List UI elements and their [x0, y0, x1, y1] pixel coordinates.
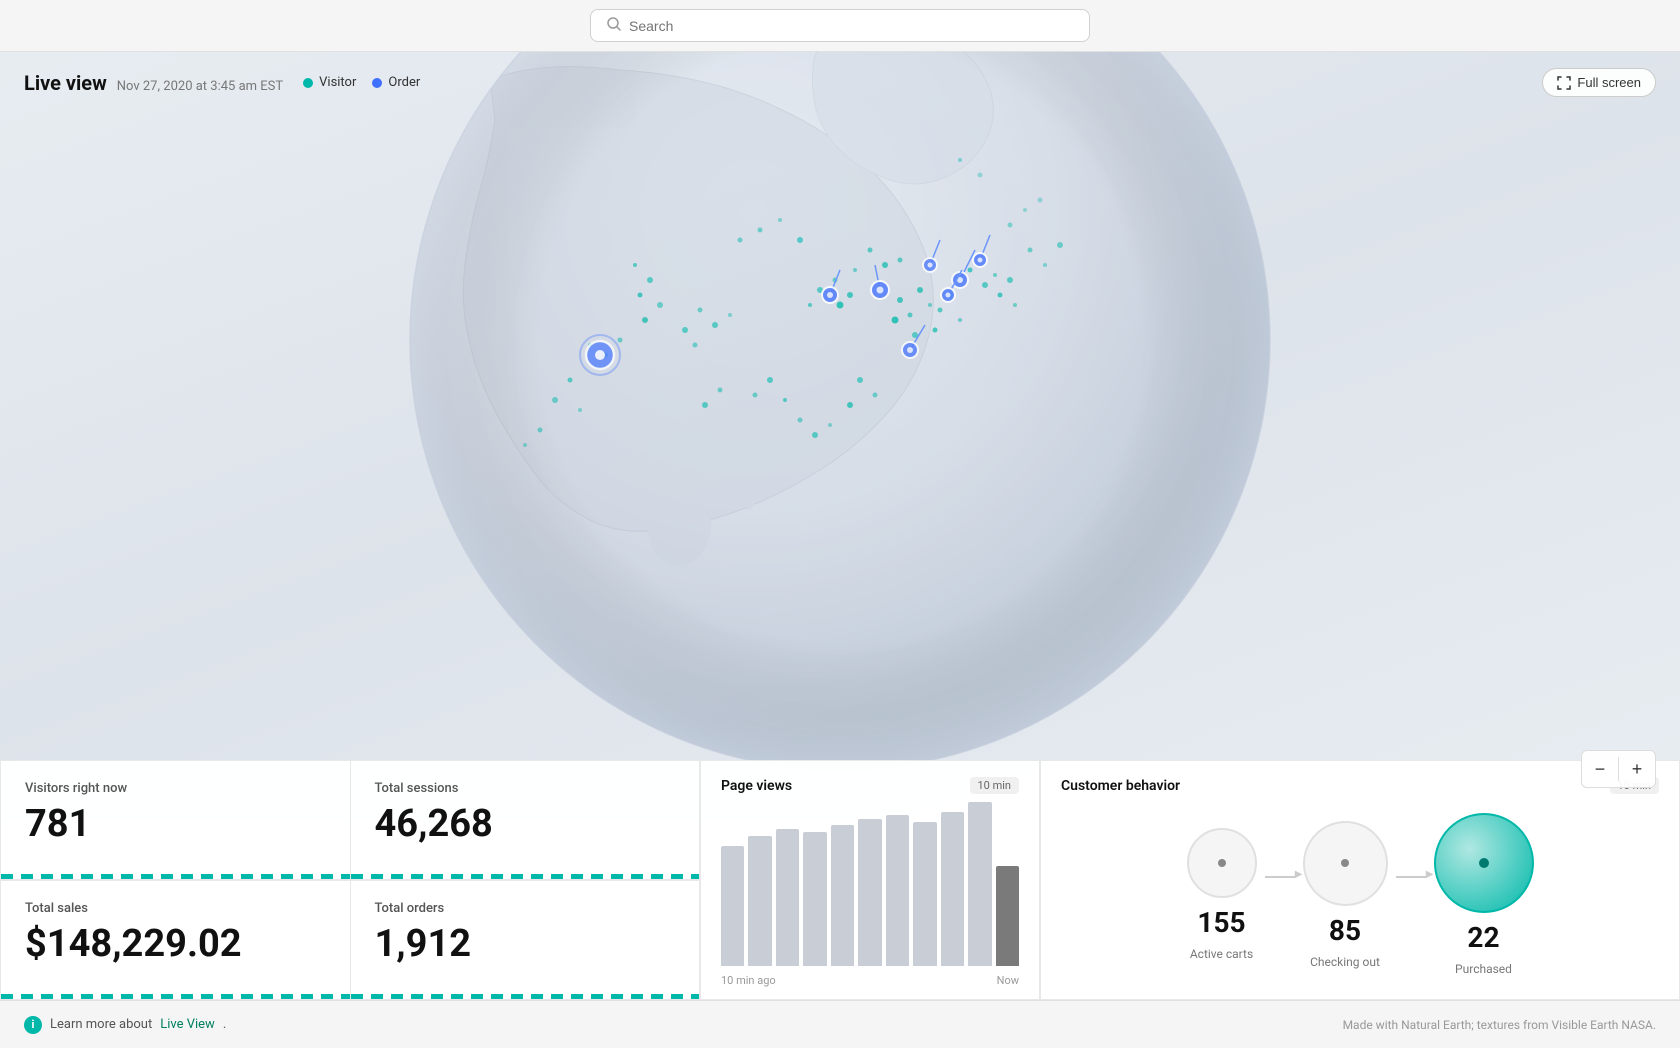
bar-7 — [913, 822, 936, 966]
visitors-value: 781 — [25, 804, 326, 846]
checkout-circle — [1303, 821, 1388, 906]
sales-label: Total sales — [25, 901, 326, 916]
sales-card: Total sales $148,229.02 — [0, 880, 350, 1000]
purchased-value: 22 — [1467, 921, 1499, 954]
behavior-card: Customer behavior 10 min 155 Active cart… — [1040, 760, 1680, 1000]
bar-10 — [996, 866, 1019, 966]
legend-visitor: Visitor — [303, 75, 356, 90]
carts-dot — [1218, 859, 1226, 867]
behavior-circles: 155 Active carts 85 Checking out — [1061, 802, 1659, 987]
page-timestamp: Nov 27, 2020 at 3:45 am EST — [117, 79, 283, 94]
header: Live view Nov 27, 2020 at 3:45 am EST Vi… — [0, 52, 1680, 113]
globe-container — [0, 0, 1680, 820]
bottom-bar: i Learn more about Live View . Made with… — [0, 1000, 1680, 1048]
top-bar — [0, 0, 1680, 52]
sales-value: $148,229.02 — [25, 924, 326, 966]
arrow-line-2 — [1396, 876, 1426, 878]
legend: Visitor Order — [303, 75, 420, 90]
live-view-link[interactable]: Live View — [160, 1017, 215, 1032]
chart-labels: 10 min ago Now — [721, 974, 1019, 987]
orders-value: 1,912 — [375, 924, 676, 966]
chart-x-start: 10 min ago — [721, 974, 776, 987]
bottom-learn: i Learn more about Live View . — [24, 1016, 226, 1034]
visitor-dot — [303, 78, 313, 88]
behavior-title: Customer behavior — [1061, 778, 1180, 794]
learn-text: Learn more about — [50, 1017, 152, 1032]
checkout-label: Checking out — [1310, 955, 1380, 969]
cards-area: Visitors right now 781 Total sessions 46… — [0, 760, 1680, 1000]
carts-value: 155 — [1197, 906, 1245, 939]
arrow-line-1 — [1265, 876, 1295, 878]
zoom-in-button[interactable]: + — [1619, 751, 1655, 787]
search-box[interactable] — [590, 9, 1090, 42]
fullscreen-button[interactable]: Full screen — [1542, 68, 1656, 97]
checkout-circle-bg — [1303, 821, 1388, 906]
behavior-item-checkout: 85 Checking out — [1303, 821, 1388, 969]
bottom-credit: Made with Natural Earth; textures from V… — [1343, 1018, 1656, 1032]
page-title-area: Live view Nov 27, 2020 at 3:45 am EST — [24, 71, 283, 95]
bar-chart — [721, 802, 1019, 970]
carts-label: Active carts — [1190, 947, 1253, 961]
orders-card: Total orders 1,912 — [350, 880, 701, 1000]
header-left: Live view Nov 27, 2020 at 3:45 am EST Vi… — [24, 71, 420, 95]
purchased-dot — [1479, 858, 1489, 868]
order-dot — [372, 78, 382, 88]
behavior-item-purchased: 22 Purchased — [1434, 813, 1534, 976]
chart-x-end: Now — [997, 974, 1019, 987]
bar-2 — [776, 829, 799, 966]
visitors-card: Visitors right now 781 — [0, 760, 350, 880]
order-label: Order — [388, 75, 420, 90]
bar-3 — [803, 832, 826, 966]
arrow-1 — [1257, 876, 1303, 878]
bar-4 — [831, 825, 854, 966]
carts-circle — [1187, 828, 1257, 898]
fullscreen-icon — [1557, 76, 1571, 90]
globe-svg — [140, 0, 1540, 820]
behavior-header: Customer behavior 10 min — [1061, 777, 1659, 794]
checkout-dot — [1341, 859, 1349, 867]
pageviews-header: Page views 10 min — [721, 777, 1019, 794]
zoom-out-button[interactable]: − — [1582, 751, 1618, 787]
stats-top-row: Visitors right now 781 Total sessions 46… — [0, 760, 700, 880]
bar-0 — [721, 846, 744, 966]
bar-9 — [968, 802, 991, 966]
sessions-value: 46,268 — [375, 804, 676, 846]
bar-8 — [941, 812, 964, 966]
arrow-2 — [1388, 876, 1434, 878]
visitor-label: Visitor — [319, 75, 356, 90]
purchased-label: Purchased — [1455, 962, 1512, 976]
bar-5 — [858, 819, 881, 966]
page-title: Live view — [24, 71, 107, 95]
pageviews-title: Page views — [721, 778, 792, 794]
legend-order: Order — [372, 75, 420, 90]
sessions-label: Total sessions — [375, 781, 676, 796]
purchased-circle-bg — [1434, 813, 1534, 913]
learn-period: . — [223, 1017, 226, 1032]
info-icon: i — [24, 1016, 42, 1034]
checkout-value: 85 — [1329, 914, 1361, 947]
orders-label: Total orders — [375, 901, 676, 916]
search-icon — [607, 16, 621, 35]
sessions-card: Total sessions 46,268 — [350, 760, 701, 880]
behavior-item-carts: 155 Active carts — [1187, 828, 1257, 961]
search-input[interactable] — [629, 18, 1073, 34]
stats-left: Visitors right now 781 Total sessions 46… — [0, 760, 700, 1000]
pageviews-time-badge: 10 min — [970, 777, 1020, 794]
purchased-circle — [1434, 813, 1534, 913]
fullscreen-label: Full screen — [1577, 75, 1641, 90]
pageviews-card: Page views 10 min 10 min ago Now — [700, 760, 1040, 1000]
stats-bottom-row: Total sales $148,229.02 Total orders 1,9… — [0, 880, 700, 1000]
visitors-label: Visitors right now — [25, 781, 326, 796]
zoom-controls: − + — [1581, 750, 1656, 788]
carts-circle-bg — [1187, 828, 1257, 898]
bar-6 — [886, 815, 909, 966]
bar-1 — [748, 836, 771, 966]
